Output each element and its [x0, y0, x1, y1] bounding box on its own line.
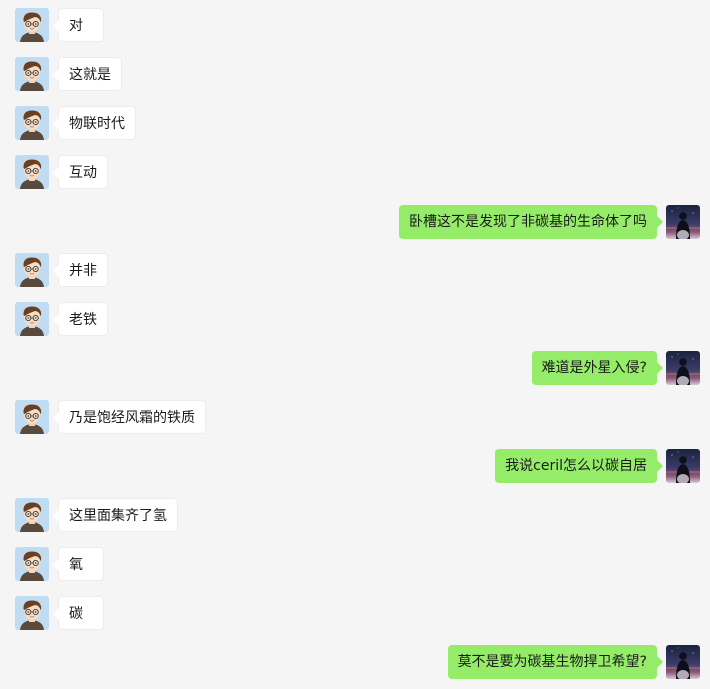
night-silhouette-avatar-icon	[666, 449, 700, 483]
message-row: 我说ceril怎么以碳自居	[0, 449, 710, 483]
contact-avatar[interactable]	[15, 8, 49, 42]
message-row: 难道是外星入侵?	[0, 351, 710, 385]
message-row: 对	[0, 8, 710, 42]
message-bubble-sent[interactable]: 莫不是要为碳基生物捍卫希望?	[447, 645, 664, 679]
cartoon-boy-avatar-icon	[15, 498, 49, 532]
contact-avatar[interactable]	[15, 302, 49, 336]
message-bubble-received[interactable]: 乃是饱经风霜的铁质	[53, 400, 206, 434]
cartoon-boy-avatar-icon	[15, 302, 49, 336]
message-row: 莫不是要为碳基生物捍卫希望?	[0, 645, 710, 679]
message-row: 氧	[0, 547, 710, 581]
chat-message-list: 对 这就是 物联时代 互动 卧槽这不是发现了非碳基的生命体了吗 并非 老铁 难道…	[0, 0, 710, 689]
message-bubble-received[interactable]: 老铁	[53, 302, 108, 336]
message-row: 乃是饱经风霜的铁质	[0, 400, 710, 434]
message-bubble-received[interactable]: 互动	[53, 155, 108, 189]
message-bubble-received[interactable]: 并非	[53, 253, 108, 287]
message-row: 碳	[0, 596, 710, 630]
message-bubble-received[interactable]: 对	[53, 8, 104, 42]
night-silhouette-avatar-icon	[666, 645, 700, 679]
message-row: 老铁	[0, 302, 710, 336]
contact-avatar[interactable]	[15, 106, 49, 140]
contact-avatar[interactable]	[15, 547, 49, 581]
message-bubble-received[interactable]: 这里面集齐了氢	[53, 498, 178, 532]
contact-avatar[interactable]	[15, 155, 49, 189]
message-bubble-sent[interactable]: 难道是外星入侵?	[531, 351, 664, 385]
cartoon-boy-avatar-icon	[15, 155, 49, 189]
message-row: 并非	[0, 253, 710, 287]
cartoon-boy-avatar-icon	[15, 57, 49, 91]
message-row: 卧槽这不是发现了非碳基的生命体了吗	[0, 205, 710, 239]
message-bubble-sent[interactable]: 我说ceril怎么以碳自居	[495, 449, 663, 483]
self-avatar[interactable]	[666, 449, 700, 483]
cartoon-boy-avatar-icon	[15, 253, 49, 287]
cartoon-boy-avatar-icon	[15, 400, 49, 434]
contact-avatar[interactable]	[15, 57, 49, 91]
cartoon-boy-avatar-icon	[15, 106, 49, 140]
cartoon-boy-avatar-icon	[15, 8, 49, 42]
message-bubble-received[interactable]: 碳	[53, 596, 104, 630]
night-silhouette-avatar-icon	[666, 205, 700, 239]
cartoon-boy-avatar-icon	[15, 547, 49, 581]
contact-avatar[interactable]	[15, 400, 49, 434]
message-row: 物联时代	[0, 106, 710, 140]
contact-avatar[interactable]	[15, 498, 49, 532]
message-bubble-received[interactable]: 氧	[53, 547, 104, 581]
self-avatar[interactable]	[666, 351, 700, 385]
message-bubble-received[interactable]: 物联时代	[53, 106, 136, 140]
message-row: 这就是	[0, 57, 710, 91]
cartoon-boy-avatar-icon	[15, 596, 49, 630]
contact-avatar[interactable]	[15, 253, 49, 287]
self-avatar[interactable]	[666, 645, 700, 679]
message-bubble-sent[interactable]: 卧槽这不是发现了非碳基的生命体了吗	[399, 205, 663, 239]
contact-avatar[interactable]	[15, 596, 49, 630]
message-row: 互动	[0, 155, 710, 189]
self-avatar[interactable]	[666, 205, 700, 239]
message-bubble-received[interactable]: 这就是	[53, 57, 122, 91]
night-silhouette-avatar-icon	[666, 351, 700, 385]
message-row: 这里面集齐了氢	[0, 498, 710, 532]
